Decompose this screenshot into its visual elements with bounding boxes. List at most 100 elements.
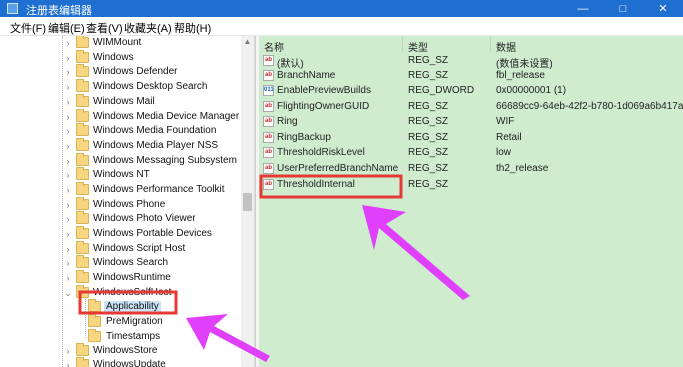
tree-item-windows-desktop-search[interactable]: › Windows Desktop Search xyxy=(0,79,240,95)
value-row[interactable]: ab ThresholdInternal REG_SZ xyxy=(259,178,683,193)
string-value-icon: ab xyxy=(263,132,274,143)
maximize-button[interactable]: □ xyxy=(603,0,643,17)
tree-item-windows-phone[interactable]: › Windows Phone xyxy=(0,197,240,213)
tree-item-windows-media-device-manager[interactable]: › Windows Media Device Manager xyxy=(0,109,240,125)
tree-item-timestamps[interactable]: Timestamps xyxy=(0,329,240,345)
tree-item-wimmount[interactable]: › WIMMount xyxy=(0,36,240,51)
scrollbar-thumb[interactable] xyxy=(243,193,252,211)
value-row[interactable]: ab RingBackup REG_SZ Retail xyxy=(259,131,683,146)
tree-item-windows-portable-devices[interactable]: › Windows Portable Devices xyxy=(0,226,240,242)
expand-chevron-icon[interactable]: › xyxy=(63,184,73,196)
tree-item-premigration[interactable]: PreMigration xyxy=(0,314,240,330)
values-header: 名称 类型 数据 xyxy=(259,36,683,54)
tree-item-windows-performance-toolkit[interactable]: › Windows Performance Toolkit xyxy=(0,182,240,198)
column-separator[interactable] xyxy=(490,36,491,52)
tree-item-windowsupdate[interactable]: › WindowsUpdate xyxy=(0,357,240,367)
tree-item-windowsstore[interactable]: › WindowsStore xyxy=(0,343,240,359)
binary-value-icon: 011 xyxy=(263,85,274,96)
value-name: BranchName xyxy=(277,70,336,81)
folder-icon xyxy=(76,153,89,166)
value-row[interactable]: ab FlightingOwnerGUID REG_SZ 66689cc9-64… xyxy=(259,100,683,115)
string-value-icon: ab xyxy=(263,163,274,174)
value-row[interactable]: 011 EnablePreviewBuilds REG_DWORD 0x0000… xyxy=(259,84,683,99)
tree-item-windows-search[interactable]: › Windows Search xyxy=(0,255,240,271)
menu-edit[interactable]: 编辑(E) xyxy=(48,20,85,36)
expand-chevron-icon[interactable]: › xyxy=(63,257,73,269)
expand-chevron-icon[interactable]: › xyxy=(63,96,73,108)
menu-favorites[interactable]: 收藏夹(A) xyxy=(124,20,172,36)
tree-item-windows-media-player-nss[interactable]: › Windows Media Player NSS xyxy=(0,138,240,154)
tree-item-windows-photo-viewer[interactable]: › Windows Photo Viewer xyxy=(0,211,240,227)
expand-chevron-icon[interactable]: › xyxy=(63,228,73,240)
tree-item-windows[interactable]: › Windows xyxy=(0,50,240,66)
string-value-icon: ab xyxy=(263,116,274,127)
tree-item-windowsruntime[interactable]: › WindowsRuntime xyxy=(0,270,240,286)
close-button[interactable]: ✕ xyxy=(643,0,683,17)
value-data: 66689cc9-64eb-42f2-b780-1d069a6b417a xyxy=(496,101,683,112)
menu-file[interactable]: 文件(F) xyxy=(10,20,46,36)
tree-item-label: Windows xyxy=(93,52,134,63)
tree-item-label: PreMigration xyxy=(106,316,163,327)
expand-chevron-icon[interactable]: › xyxy=(63,52,73,64)
expand-chevron-icon[interactable]: › xyxy=(63,140,73,152)
value-name: EnablePreviewBuilds xyxy=(277,85,371,96)
folder-icon xyxy=(76,255,89,268)
column-separator[interactable] xyxy=(402,36,403,52)
expand-chevron-icon[interactable]: › xyxy=(63,359,73,367)
tree-item-label: Windows Desktop Search xyxy=(93,81,208,92)
column-header-data[interactable]: 数据 xyxy=(496,39,516,54)
tree-item-windows-mail[interactable]: › Windows Mail xyxy=(0,94,240,110)
value-type: REG_SZ xyxy=(408,179,449,190)
minimize-button[interactable]: — xyxy=(563,0,603,17)
value-row[interactable]: ab ThresholdRiskLevel REG_SZ low xyxy=(259,146,683,161)
value-row[interactable]: ab BranchName REG_SZ fbl_release xyxy=(259,69,683,84)
value-row[interactable]: ab Ring REG_SZ WIF xyxy=(259,115,683,130)
value-data: WIF xyxy=(496,116,515,127)
expand-chevron-icon[interactable]: › xyxy=(63,81,73,93)
value-row[interactable]: ab UserPreferredBranchName REG_SZ th2_re… xyxy=(259,162,683,177)
tree-scrollbar[interactable]: ▲ xyxy=(241,36,254,367)
folder-icon xyxy=(76,109,89,122)
tree-item-windows-messaging-subsystem[interactable]: › Windows Messaging Subsystem xyxy=(0,153,240,169)
tree-item-windows-script-host[interactable]: › Windows Script Host xyxy=(0,241,240,257)
expand-chevron-icon[interactable]: › xyxy=(63,111,73,123)
tree-item-label: Windows NT xyxy=(93,169,150,180)
expand-chevron-icon[interactable]: › xyxy=(63,169,73,181)
expand-chevron-icon[interactable]: › xyxy=(63,213,73,225)
tree-item-label: WindowsUpdate xyxy=(93,359,166,367)
expand-chevron-icon[interactable]: › xyxy=(63,199,73,211)
tree-item-label: WindowsSelfHost xyxy=(93,287,172,298)
tree-item-windows-media-foundation[interactable]: › Windows Media Foundation xyxy=(0,123,240,139)
folder-icon xyxy=(88,329,101,342)
tree-item-applicability[interactable]: Applicability xyxy=(0,299,240,315)
tree-item-windows-defender[interactable]: › Windows Defender xyxy=(0,64,240,80)
value-type: REG_SZ xyxy=(408,116,449,127)
expand-chevron-icon[interactable]: › xyxy=(63,272,73,284)
column-header-name[interactable]: 名称 xyxy=(264,39,284,54)
column-header-type[interactable]: 类型 xyxy=(408,39,428,54)
expand-chevron-icon[interactable]: › xyxy=(63,155,73,167)
menu-view[interactable]: 查看(V) xyxy=(86,20,123,36)
expand-chevron-icon[interactable]: › xyxy=(63,66,73,78)
folder-icon xyxy=(76,270,89,283)
value-type: REG_SZ xyxy=(408,101,449,112)
tree-item-label: Windows Media Device Manager xyxy=(93,111,240,122)
expand-chevron-icon[interactable]: › xyxy=(63,37,73,49)
collapse-chevron-icon[interactable]: ⌄ xyxy=(63,287,73,299)
tree-item-label: WindowsStore xyxy=(93,345,158,356)
expand-chevron-icon[interactable]: › xyxy=(63,345,73,357)
values-pane[interactable]: 名称 类型 数据 ab (默认) REG_SZ (数值未设置) ab Branc… xyxy=(259,36,683,367)
scroll-up-arrow-icon[interactable]: ▲ xyxy=(241,36,254,48)
menu-bar: 文件(F) 编辑(E) 查看(V) 收藏夹(A) 帮助(H) xyxy=(0,17,683,36)
value-name: (默认) xyxy=(277,59,304,70)
folder-icon xyxy=(76,241,89,254)
tree-item-label: Windows Media Foundation xyxy=(93,125,217,136)
tree-item-windowsselfhost[interactable]: ⌄ WindowsSelfHost xyxy=(0,285,240,301)
value-type: REG_DWORD xyxy=(408,85,475,96)
key-tree-pane[interactable]: › WIMMount › Windows › Windows Defender … xyxy=(0,36,255,367)
value-row[interactable]: ab (默认) REG_SZ (数值未设置) xyxy=(259,54,683,70)
menu-help[interactable]: 帮助(H) xyxy=(174,20,211,36)
expand-chevron-icon[interactable]: › xyxy=(63,125,73,137)
expand-chevron-icon[interactable]: › xyxy=(63,243,73,255)
tree-item-windows-nt[interactable]: › Windows NT xyxy=(0,167,240,183)
